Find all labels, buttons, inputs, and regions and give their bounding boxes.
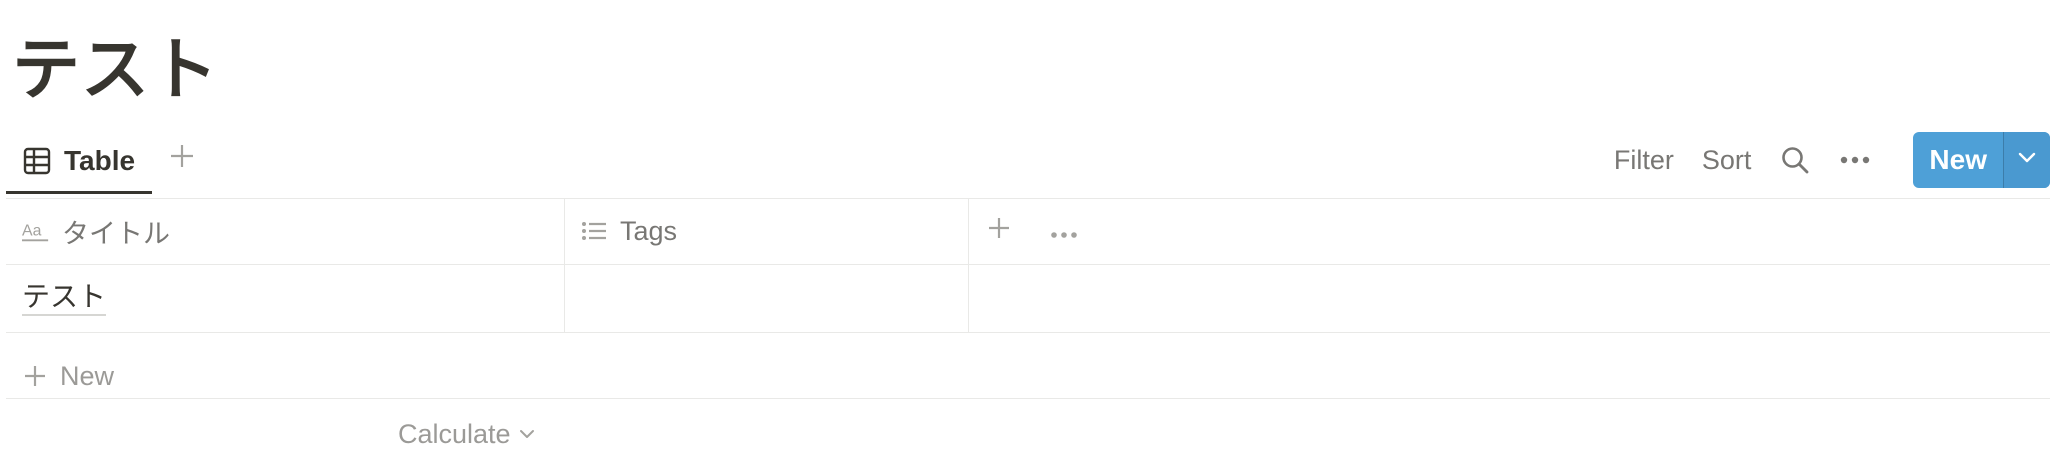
divider — [6, 398, 2050, 399]
page-title: テスト — [12, 31, 220, 110]
plus-icon — [168, 142, 196, 175]
ellipsis-icon[interactable] — [1839, 144, 1871, 176]
chevron-down-icon — [2018, 151, 2036, 169]
ellipsis-icon — [1050, 216, 1078, 247]
view-toolbar: Filter Sort New — [1614, 130, 2050, 190]
table-icon — [22, 146, 52, 176]
new-dropdown-button[interactable] — [2003, 132, 2050, 188]
new-row-label: New — [60, 360, 115, 391]
column-header-label: Tags — [620, 215, 678, 246]
column-header-tags[interactable]: Tags — [580, 198, 950, 264]
plus-icon — [986, 215, 1012, 248]
column-more-button[interactable] — [1050, 198, 1090, 264]
add-property-button[interactable] — [986, 198, 1026, 264]
add-view-button[interactable] — [162, 138, 202, 178]
sort-button[interactable]: Sort — [1702, 145, 1752, 176]
search-icon[interactable] — [1779, 144, 1811, 176]
calculate-label: Calculate — [398, 418, 511, 449]
tab-table[interactable]: Table — [6, 130, 152, 194]
calculate-button[interactable]: Calculate — [398, 410, 535, 458]
filter-button[interactable]: Filter — [1614, 145, 1674, 176]
chevron-down-icon — [519, 429, 535, 439]
new-row-button[interactable]: New — [22, 348, 114, 404]
column-divider — [968, 198, 969, 332]
column-divider — [564, 198, 565, 332]
plus-icon — [22, 363, 48, 389]
column-header-title[interactable]: Aa タイトル — [22, 198, 552, 264]
view-tabs-bar: Table Filter Sort New — [6, 130, 2050, 200]
column-header-label: タイトル — [62, 218, 170, 249]
list-icon — [580, 217, 608, 245]
tab-table-label: Table — [64, 144, 136, 176]
text-property-icon: Aa — [22, 217, 50, 245]
new-button-group: New — [1913, 132, 2050, 188]
divider — [6, 332, 2050, 333]
new-button[interactable]: New — [1913, 132, 2003, 188]
divider — [6, 264, 2050, 265]
svg-text:Aa: Aa — [22, 223, 42, 240]
row-title-cell[interactable]: テスト — [22, 280, 107, 316]
